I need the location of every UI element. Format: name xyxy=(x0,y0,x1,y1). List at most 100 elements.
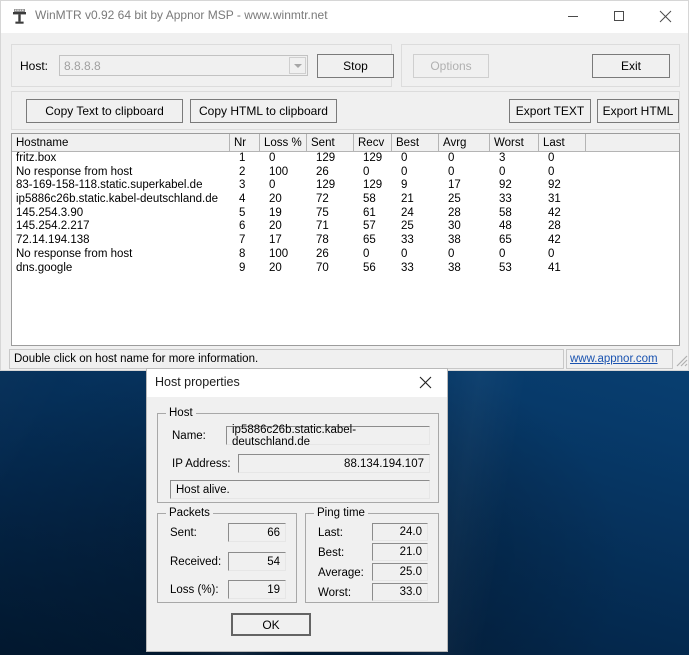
table-cell-best: 24 xyxy=(401,206,414,219)
packets-loss-field[interactable]: 19 xyxy=(228,580,286,599)
ping-worst-label: Worst: xyxy=(318,587,352,599)
table-column-header[interactable]: Loss % xyxy=(260,134,307,151)
packets-received-field[interactable]: 54 xyxy=(228,552,286,571)
table-cell-last: 92 xyxy=(548,179,561,192)
table-cell-last: 42 xyxy=(548,206,561,219)
table-row[interactable]: 145.254.2.217 6 20 71 57 25 30 48 28 xyxy=(12,220,679,234)
table-cell-sent: 129 xyxy=(316,179,336,192)
copy-text-to-clipboard-button[interactable]: Copy Text to clipboard xyxy=(26,99,183,123)
table-cell-sent: 75 xyxy=(316,206,329,219)
status-hint-field: Double click on host name for more infor… xyxy=(9,349,564,369)
packets-groupbox: Packets Sent: 66 Received: 54 Loss (%): … xyxy=(157,507,297,603)
table-column-header[interactable]: Avrg xyxy=(439,134,490,151)
export-text-button[interactable]: Export TEXT xyxy=(509,99,591,123)
table-row[interactable]: No response from host 2 100 26 0 0 0 0 0 xyxy=(12,166,679,180)
options-button[interactable]: Options xyxy=(413,54,489,78)
resize-grip[interactable] xyxy=(674,353,688,367)
export-html-button[interactable]: Export HTML xyxy=(597,99,679,123)
table-cell-hostname: 145.254.2.217 xyxy=(16,220,90,233)
table-row[interactable]: 145.254.3.90 5 19 75 61 24 28 58 42 xyxy=(12,207,679,221)
dialog-title: Host properties xyxy=(155,375,240,389)
table-cell-recv: 58 xyxy=(363,193,376,206)
host-groupbox-legend: Host xyxy=(166,407,196,419)
winmtr-main-window: WinMTR v0.92 64 bit by Appnor MSP - www.… xyxy=(0,0,689,371)
table-cell-nr: 6 xyxy=(239,220,246,233)
table-cell-nr: 8 xyxy=(239,247,246,260)
table-cell-last: 28 xyxy=(548,220,561,233)
copy-html-to-clipboard-button[interactable]: Copy HTML to clipboard xyxy=(190,99,337,123)
table-cell-last: 42 xyxy=(548,234,561,247)
table-cell-hostname: ip5886c26b.static.kabel-deutschland.de xyxy=(16,193,219,206)
table-cell-loss: 20 xyxy=(269,261,282,274)
chevron-down-icon[interactable] xyxy=(289,57,306,74)
minimize-button[interactable] xyxy=(550,1,596,31)
table-row[interactable]: ip5886c26b.static.kabel-deutschland.de 4 2… xyxy=(12,193,679,207)
table-row[interactable]: fritz.box 1 0 129 129 0 0 3 0 xyxy=(12,152,679,166)
close-button[interactable] xyxy=(642,1,688,31)
table-cell-avrg: 25 xyxy=(448,193,461,206)
ip-address-field[interactable]: 88.134.194.107 xyxy=(238,454,430,473)
table-cell-avrg: 38 xyxy=(448,261,461,274)
host-panel: Host: 8.8.8.8 Stop xyxy=(11,44,394,87)
table-cell-worst: 0 xyxy=(499,165,506,178)
ping-time-groupbox: Ping time Last: 24.0 Best: 21.0 Average:… xyxy=(305,507,439,603)
maximize-button[interactable] xyxy=(596,1,642,31)
table-cell-hostname: 72.14.194.138 xyxy=(16,234,90,247)
table-column-header[interactable]: Worst xyxy=(490,134,539,151)
name-label: Name: xyxy=(172,430,206,442)
packets-received-label: Received: xyxy=(170,556,222,568)
table-cell-recv: 57 xyxy=(363,220,376,233)
table-column-header[interactable]: Best xyxy=(392,134,439,151)
host-input-value: 8.8.8.8 xyxy=(64,59,101,73)
table-cell-last: 0 xyxy=(548,247,555,260)
table-cell-worst: 48 xyxy=(499,220,512,233)
dialog-titlebar: Host properties xyxy=(147,369,447,397)
table-row[interactable]: dns.google 9 20 70 56 33 38 53 41 xyxy=(12,262,679,276)
table-cell-hostname: dns.google xyxy=(16,261,73,274)
ping-best-field[interactable]: 21.0 xyxy=(372,543,428,561)
table-cell-last: 0 xyxy=(548,165,555,178)
table-column-header[interactable]: Nr xyxy=(230,134,260,151)
table-cell-best: 0 xyxy=(401,152,408,164)
table-cell-worst: 0 xyxy=(499,247,506,260)
stop-button[interactable]: Stop xyxy=(317,54,394,78)
table-cell-recv: 0 xyxy=(363,165,370,178)
table-cell-best: 33 xyxy=(401,261,414,274)
table-column-header[interactable]: Sent xyxy=(307,134,354,151)
table-body: fritz.box 1 0 129 129 0 0 3 0 No response from ho… xyxy=(12,152,679,276)
table-cell-worst: 3 xyxy=(499,152,506,164)
table-column-header[interactable]: Last xyxy=(539,134,586,151)
host-input[interactable]: 8.8.8.8 xyxy=(59,55,308,76)
ping-last-field[interactable]: 24.0 xyxy=(372,523,428,541)
table-cell-avrg: 0 xyxy=(448,152,455,164)
packets-sent-field[interactable]: 66 xyxy=(228,523,286,542)
host-status-field[interactable]: Host alive. xyxy=(170,480,430,499)
table-cell-worst: 53 xyxy=(499,261,512,274)
window-titlebar: WinMTR v0.92 64 bit by Appnor MSP - www.… xyxy=(1,1,688,33)
table-cell-nr: 5 xyxy=(239,206,246,219)
table-cell-worst: 33 xyxy=(499,193,512,206)
close-icon xyxy=(419,376,431,389)
table-row[interactable]: No response from host 8 100 26 0 0 0 0 0 xyxy=(12,248,679,262)
table-column-header[interactable]: Recv xyxy=(354,134,392,151)
table-cell-avrg: 0 xyxy=(448,165,455,178)
table-cell-nr: 3 xyxy=(239,179,246,192)
exit-button[interactable]: Exit xyxy=(592,54,670,78)
table-cell-avrg: 17 xyxy=(448,179,461,192)
host-properties-dialog: Host properties Host Name: ip5886c26b.st… xyxy=(146,368,448,652)
table-column-header[interactable]: Hostname xyxy=(12,134,230,151)
host-name-field[interactable]: ip5886c26b.static.kabel-deutschland.de xyxy=(226,424,430,448)
table-cell-nr: 4 xyxy=(239,193,246,206)
table-cell-nr: 9 xyxy=(239,261,246,274)
table-row[interactable]: 83-169-158-118.static.superkabel.de 3 0 129… xyxy=(12,179,679,193)
ping-average-field[interactable]: 25.0 xyxy=(372,563,428,581)
table-cell-worst: 92 xyxy=(499,179,512,192)
ping-worst-field[interactable]: 33.0 xyxy=(372,583,428,601)
appnor-website-link[interactable]: www.appnor.com xyxy=(570,353,658,365)
minimize-icon xyxy=(568,16,578,17)
table-cell-recv: 56 xyxy=(363,261,376,274)
table-row[interactable]: 72.14.194.138 7 17 78 65 33 38 65 42 xyxy=(12,234,679,248)
dialog-close-button[interactable] xyxy=(403,369,447,396)
ok-button[interactable]: OK xyxy=(231,613,311,636)
table-cell-worst: 58 xyxy=(499,206,512,219)
